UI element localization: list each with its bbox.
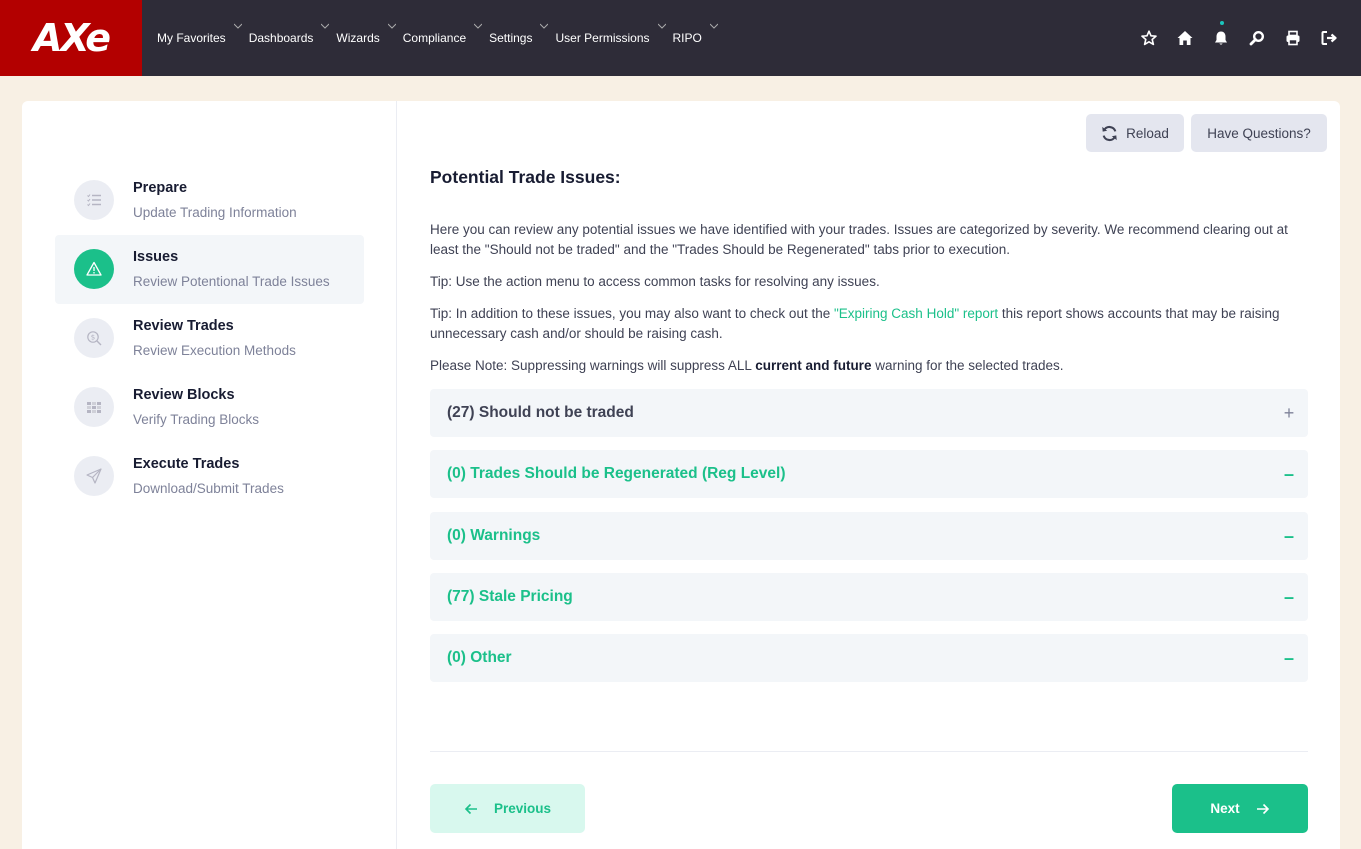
note-text-before: Please Note: Suppressing warnings will s…: [430, 358, 756, 373]
accordion-stale-pricing[interactable]: (77) Stale Pricing –: [430, 573, 1308, 621]
note-emphasis: current and future: [755, 358, 872, 373]
step-issues[interactable]: Issues Review Potentional Trade Issues: [55, 235, 364, 304]
reload-label: Reload: [1126, 125, 1169, 141]
tip-text: Tip: Use the action menu to access commo…: [430, 274, 880, 289]
menu-user-permissions[interactable]: User Permissions: [555, 0, 666, 76]
chevron-down-icon: [321, 23, 330, 29]
menu-my-favorites[interactable]: My Favorites: [157, 0, 242, 76]
menu-label: Wizards: [336, 31, 380, 45]
logout-icon[interactable]: [1311, 20, 1347, 56]
warning-icon: [74, 249, 114, 289]
print-icon[interactable]: [1275, 20, 1311, 56]
minus-icon[interactable]: –: [1282, 450, 1296, 498]
notification-dot: [1220, 21, 1224, 25]
accordion-title: (0) Trades Should be Regenerated (Reg Le…: [447, 465, 786, 482]
chevron-down-icon: [709, 23, 718, 29]
menu-label: Dashboards: [248, 31, 314, 45]
issues-content: Reload Have Questions? Potential Trade I…: [397, 101, 1340, 849]
money-search-icon: $: [74, 318, 114, 358]
accordion-trades-regenerated[interactable]: (0) Trades Should be Regenerated (Reg Le…: [430, 450, 1308, 498]
brand-logo[interactable]: AXe: [0, 0, 142, 76]
suppress-note: Please Note: Suppressing warnings will s…: [430, 356, 1310, 376]
chevron-down-icon: [540, 23, 549, 29]
top-navbar: AXe My Favorites Dashboards Wizards Comp…: [0, 0, 1361, 76]
reload-button[interactable]: Reload: [1086, 114, 1184, 152]
wizard-card: Prepare Update Trading Information Issue…: [22, 101, 1340, 849]
main-menu: My Favorites Dashboards Wizards Complian…: [157, 0, 725, 76]
menu-settings[interactable]: Settings: [489, 0, 549, 76]
topbar-actions: [1131, 0, 1347, 76]
accordion-warnings[interactable]: (0) Warnings –: [430, 512, 1308, 560]
previous-label: Previous: [493, 801, 552, 816]
bell-icon[interactable]: [1203, 20, 1239, 56]
menu-compliance[interactable]: Compliance: [402, 0, 483, 76]
step-title: Execute Trades: [133, 456, 240, 472]
menu-ripo[interactable]: RIPO: [672, 0, 718, 76]
chevron-down-icon: [474, 23, 483, 29]
menu-label: Compliance: [402, 31, 467, 45]
next-button[interactable]: Next: [1172, 784, 1308, 833]
home-icon[interactable]: [1167, 20, 1203, 56]
tip-text-before: Tip: In addition to these issues, you ma…: [430, 306, 834, 321]
wizard-steps: Prepare Update Trading Information Issue…: [22, 101, 397, 849]
blocks-icon: [74, 387, 114, 427]
step-review-blocks[interactable]: Review Blocks Verify Trading Blocks: [55, 373, 364, 442]
step-title: Review Trades: [133, 318, 234, 334]
have-questions-button[interactable]: Have Questions?: [1191, 114, 1327, 152]
divider: [430, 751, 1308, 752]
accordion-should-not-be-traded[interactable]: (27) Should not be traded +: [430, 389, 1308, 437]
star-icon[interactable]: [1131, 20, 1167, 56]
chevron-down-icon: [233, 23, 242, 29]
step-execute-trades[interactable]: Execute Trades Download/Submit Trades: [55, 442, 364, 511]
logo-text: AXe: [32, 16, 111, 60]
intro-text: Here you can review any potential issues…: [430, 222, 1288, 257]
menu-label: My Favorites: [157, 31, 226, 45]
menu-wizards[interactable]: Wizards: [336, 0, 396, 76]
chevron-down-icon: [387, 23, 396, 29]
expiring-cash-hold-link[interactable]: "Expiring Cash Hold" report: [834, 306, 998, 321]
accordion-title: (0) Other: [447, 649, 512, 666]
step-title: Prepare: [133, 180, 188, 196]
step-subtitle: Download/Submit Trades: [133, 481, 284, 496]
search-icon[interactable]: [1239, 20, 1275, 56]
step-subtitle: Update Trading Information: [133, 205, 297, 220]
note-text-after: warning for the selected trades.: [871, 358, 1064, 373]
plus-icon[interactable]: +: [1282, 389, 1296, 437]
accordion-title: (27) Should not be traded: [447, 404, 634, 421]
checklist-icon: [74, 180, 114, 220]
minus-icon[interactable]: –: [1282, 634, 1296, 682]
send-icon: [74, 456, 114, 496]
accordion-title: (77) Stale Pricing: [447, 588, 573, 605]
arrow-right-icon: [1256, 803, 1269, 814]
minus-icon[interactable]: –: [1282, 512, 1296, 560]
step-title: Review Blocks: [133, 387, 235, 403]
arrow-left-icon: [464, 803, 477, 814]
menu-label: RIPO: [672, 31, 702, 45]
minus-icon[interactable]: –: [1282, 573, 1296, 621]
refresh-icon: [1102, 125, 1117, 141]
step-prepare[interactable]: Prepare Update Trading Information: [55, 166, 364, 235]
step-review-trades[interactable]: $ Review Trades Review Execution Methods: [55, 304, 364, 373]
next-label: Next: [1210, 801, 1240, 816]
accordion-title: (0) Warnings: [447, 527, 541, 544]
previous-button[interactable]: Previous: [430, 784, 585, 833]
accordion-other[interactable]: (0) Other –: [430, 634, 1308, 682]
menu-label: User Permissions: [555, 31, 650, 45]
step-subtitle: Verify Trading Blocks: [133, 412, 260, 427]
svg-text:$: $: [91, 333, 95, 341]
menu-label: Settings: [489, 31, 533, 45]
page-title: Potential Trade Issues:: [430, 167, 621, 187]
menu-dashboards[interactable]: Dashboards: [248, 0, 330, 76]
step-subtitle: Review Execution Methods: [133, 343, 296, 358]
step-subtitle: Review Potentional Trade Issues: [133, 274, 330, 289]
tip-cash-hold: Tip: In addition to these issues, you ma…: [430, 304, 1310, 343]
chevron-down-icon: [657, 23, 666, 29]
step-title: Issues: [133, 249, 179, 265]
have-questions-label: Have Questions?: [1207, 125, 1311, 141]
